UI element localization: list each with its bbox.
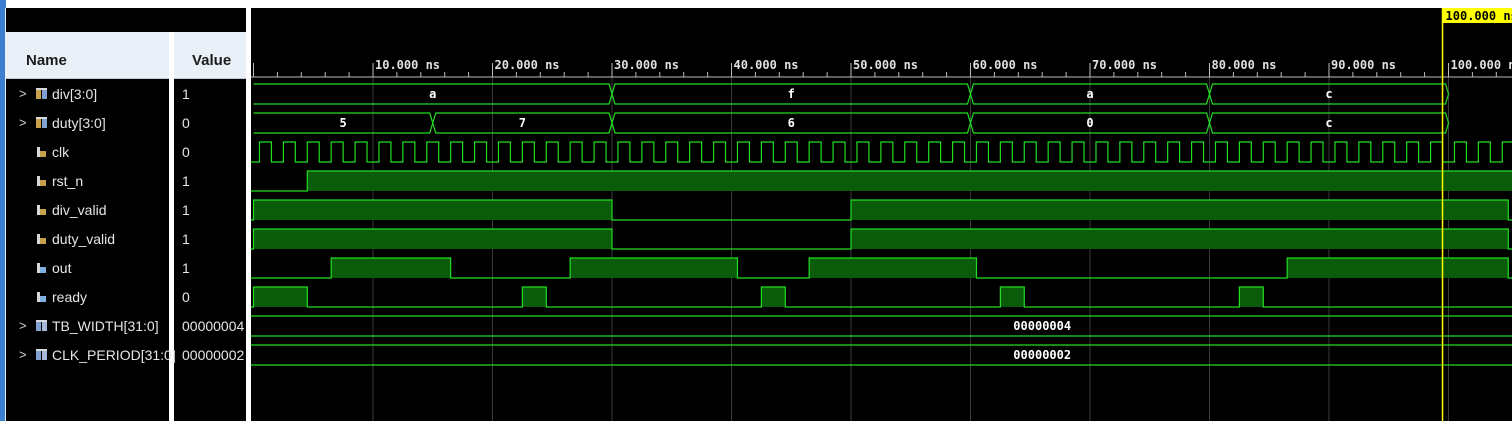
ready-high-fill	[761, 287, 786, 307]
div-value-label: c	[1325, 87, 1332, 101]
signal-name: ready	[52, 289, 88, 305]
signal-value: 1	[182, 202, 190, 218]
signal-icon	[35, 203, 49, 217]
signal-icon	[35, 174, 49, 188]
signal-row[interactable]: rst_n 1	[6, 167, 246, 196]
ruler-label: 70.000 ns	[1092, 58, 1157, 72]
signal-value: 1	[182, 86, 190, 102]
signal-name: div_valid	[52, 202, 107, 218]
expand-chevron-icon[interactable]: >	[19, 86, 27, 101]
ruler-label: 100.000 ns	[1451, 58, 1512, 72]
ready-trace	[251, 286, 1512, 308]
top-accent	[0, 0, 6, 8]
signal-name: duty[3:0]	[52, 115, 106, 131]
duty-value-label: c	[1325, 116, 1332, 130]
ruler-label: 40.000 ns	[734, 58, 799, 72]
signal-row[interactable]: > duty[3:0] 0	[6, 109, 246, 138]
duty-value-label: 0	[1086, 116, 1093, 130]
signal-row[interactable]: clk 0	[6, 138, 246, 167]
ruler-label: 80.000 ns	[1212, 58, 1277, 72]
ruler-label: 10.000 ns	[375, 58, 440, 72]
ready-high-fill	[522, 287, 547, 307]
waveform-pane[interactable]: 10.000 ns 20.000 ns 30.000 ns 40.000 ns 50.0…	[251, 8, 1512, 421]
duty_valid-high-fill	[253, 229, 612, 249]
signal-name: duty_valid	[52, 231, 116, 247]
signal-name: CLK_PERIOD[31:0]	[52, 347, 176, 363]
signal-name: out	[52, 260, 72, 276]
expand-chevron-icon[interactable]: >	[19, 347, 27, 362]
signal-value: 1	[182, 260, 190, 276]
signal-row[interactable]: ready 0	[6, 283, 246, 312]
signal-icon	[35, 145, 49, 159]
out-high-fill	[570, 258, 738, 278]
bus-icon	[35, 116, 49, 130]
signal-value: 1	[182, 173, 190, 189]
duty_valid-high-fill	[851, 229, 1509, 249]
duty-value-label: 7	[519, 116, 526, 130]
signal-value: 0	[182, 115, 190, 131]
clk-trace	[251, 141, 1512, 163]
bus-icon	[35, 87, 49, 101]
signal-row[interactable]: > TB_WIDTH[31:0] 00000004	[6, 312, 246, 341]
out-high-fill	[1287, 258, 1509, 278]
ruler-label: 30.000 ns	[614, 58, 679, 72]
output-icon	[35, 290, 49, 304]
expand-chevron-icon[interactable]: >	[19, 115, 27, 130]
expand-chevron-icon[interactable]: >	[19, 318, 27, 333]
clk_period-value-label: 00000002	[1013, 348, 1071, 362]
signal-name: rst_n	[52, 173, 84, 189]
div_valid-high-fill	[253, 200, 612, 220]
duty-value-label: 5	[340, 116, 347, 130]
div-value-label: a	[429, 87, 436, 101]
signal-icon	[35, 232, 49, 246]
signal-row[interactable]: out 1	[6, 254, 246, 283]
top-strip	[0, 0, 1512, 8]
cursor-time-label: 100.000 ns	[1446, 9, 1512, 23]
div-value-label: f	[788, 87, 795, 101]
signal-row[interactable]: div_valid 1	[6, 196, 246, 225]
name-header-label: Name	[26, 52, 67, 69]
ready-high-fill	[1000, 287, 1025, 307]
ruler-label: 50.000 ns	[853, 58, 918, 72]
ruler-label: 20.000 ns	[495, 58, 560, 72]
signal-value: 0	[182, 289, 190, 305]
output-icon	[35, 261, 49, 275]
signal-value: 00000002	[182, 347, 245, 363]
signal-row[interactable]: duty_valid 1	[6, 225, 246, 254]
div_valid-high-fill	[851, 200, 1509, 220]
name-column-header[interactable]: Name	[6, 32, 169, 79]
rst_n-high-fill	[307, 171, 1512, 191]
ruler-label: 90.000 ns	[1331, 58, 1396, 72]
ready-high-fill	[1239, 287, 1264, 307]
signal-row[interactable]: > div[3:0] 1	[6, 80, 246, 109]
signal-name: clk	[52, 144, 70, 160]
out-high-fill	[331, 258, 451, 278]
signal-row[interactable]: > CLK_PERIOD[31:0] 00000002	[6, 341, 246, 370]
signal-value: 0	[182, 144, 190, 160]
ready-high-fill	[253, 287, 308, 307]
tb_width-value-label: 00000004	[1013, 319, 1071, 333]
signal-name: TB_WIDTH[31:0]	[52, 318, 159, 334]
duty-value-label: 6	[788, 116, 795, 130]
value-column-header[interactable]: Value	[174, 32, 246, 79]
div-value-label: a	[1086, 87, 1093, 101]
ruler-label: 60.000 ns	[973, 58, 1038, 72]
signal-value: 1	[182, 231, 190, 247]
parameter-icon	[35, 348, 49, 362]
value-header-label: Value	[192, 52, 232, 69]
signal-name: div[3:0]	[52, 86, 98, 102]
out-high-fill	[809, 258, 977, 278]
waveform-canvas[interactable]: 10.000 ns 20.000 ns 30.000 ns 40.000 ns 50.0…	[251, 8, 1512, 421]
signal-value: 00000004	[182, 318, 245, 334]
parameter-icon	[35, 319, 49, 333]
